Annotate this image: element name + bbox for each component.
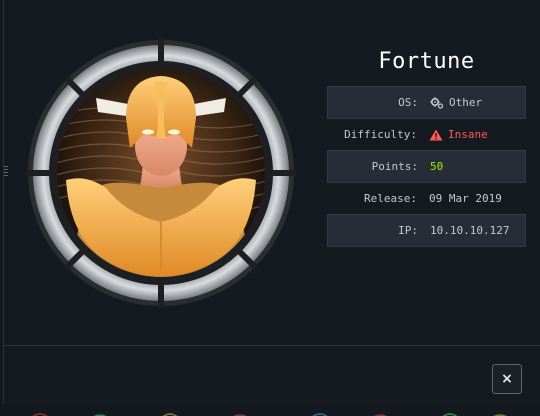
release-label: Release: <box>364 192 417 205</box>
points-value: 50 <box>430 160 444 173</box>
machine-name: Fortune <box>378 49 475 74</box>
machine-info-modal: Fortune OS: Other Difficulty: Insane Poi… <box>3 0 540 404</box>
difficulty-row: Difficulty: Insane <box>327 118 526 151</box>
machine-avatar <box>26 38 296 308</box>
ip-row: IP: 10.10.10.127 <box>327 214 526 247</box>
points-label: Points: <box>371 160 418 173</box>
difficulty-value: Insane <box>448 128 488 141</box>
scroll-grip <box>4 166 8 178</box>
os-value-wrap: Other <box>430 96 482 109</box>
release-row: Release: 09 Mar 2019 <box>327 182 526 215</box>
gears-icon <box>430 96 444 109</box>
close-button[interactable]: × <box>492 364 522 394</box>
os-label: OS: <box>398 96 418 109</box>
difficulty-value-wrap: Insane <box>429 128 488 141</box>
warning-icon <box>429 129 443 141</box>
os-row: OS: Other <box>327 86 526 119</box>
release-value: 09 Mar 2019 <box>429 192 502 205</box>
os-value: Other <box>449 96 483 109</box>
background-decoration <box>20 404 520 416</box>
points-row: Points: 50 <box>327 150 526 183</box>
footer-divider <box>3 345 540 346</box>
difficulty-label: Difficulty: <box>344 128 417 141</box>
ip-value[interactable]: 10.10.10.127 <box>430 224 509 237</box>
ip-label: IP: <box>398 224 418 237</box>
